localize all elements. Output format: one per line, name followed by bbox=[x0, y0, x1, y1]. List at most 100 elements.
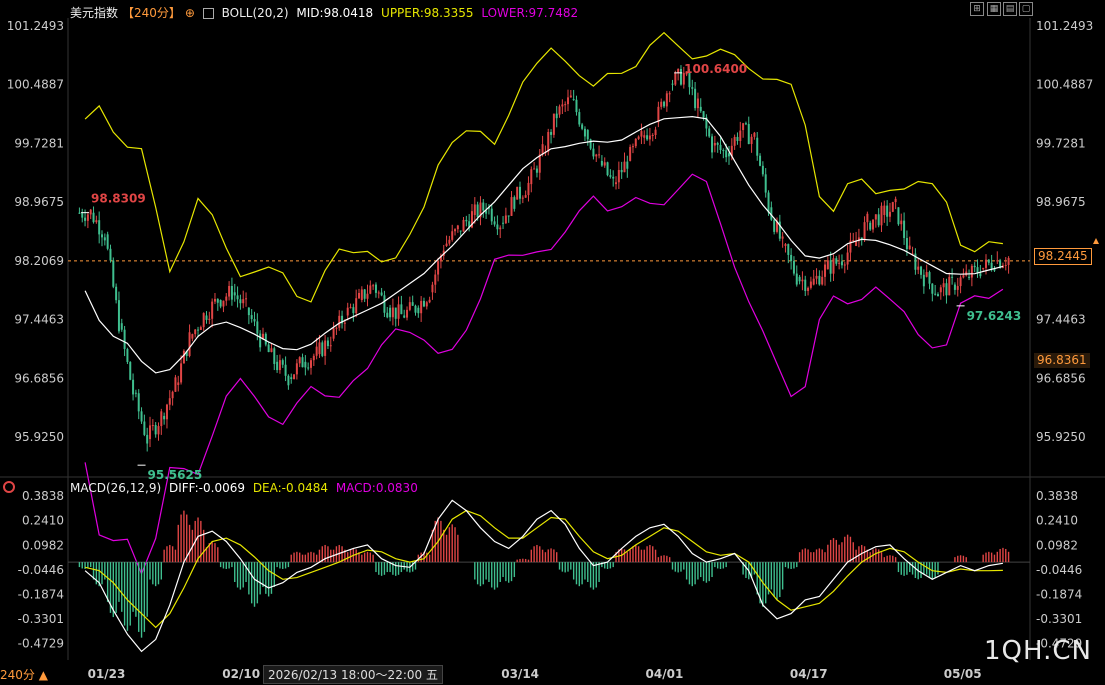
candle-body bbox=[199, 327, 202, 330]
candle-body bbox=[276, 361, 279, 371]
candle-body bbox=[595, 154, 598, 157]
candle-body bbox=[250, 315, 253, 320]
candle-body bbox=[928, 272, 931, 284]
candle-body bbox=[699, 106, 702, 112]
candle-body bbox=[888, 211, 891, 217]
candle-body bbox=[518, 186, 521, 199]
candle-body bbox=[95, 220, 98, 223]
window-icon-1[interactable]: ⊞ bbox=[970, 2, 984, 16]
candle-body bbox=[372, 285, 375, 287]
window-icon-4[interactable]: ▢ bbox=[1019, 2, 1033, 16]
boll-indicator-icon[interactable] bbox=[202, 8, 214, 19]
period-label[interactable]: 【240分】 bbox=[122, 6, 181, 20]
period-badge[interactable]: 240分 ▲ bbox=[0, 666, 48, 683]
candle-body bbox=[623, 161, 626, 173]
current-price-tag: 98.2445 bbox=[1034, 248, 1092, 265]
candle-body bbox=[315, 346, 318, 356]
macd-y-tick-right: -0.0446 bbox=[1036, 563, 1082, 577]
candle-body bbox=[694, 88, 697, 109]
candle-body bbox=[815, 275, 818, 279]
candle-body bbox=[696, 98, 699, 109]
y-tick-left: 99.7281 bbox=[14, 136, 64, 150]
candle-body bbox=[490, 208, 493, 222]
y-tick-right: 101.2493 bbox=[1036, 19, 1093, 33]
candle-body bbox=[852, 240, 855, 242]
candle-body bbox=[369, 285, 372, 294]
candle-body bbox=[979, 273, 982, 277]
candle-body bbox=[866, 213, 869, 223]
candle-body bbox=[603, 162, 606, 166]
candle-body bbox=[502, 222, 505, 224]
candle-body bbox=[129, 361, 132, 380]
chart-canvas[interactable]: 101.2493 101.2493 100.4887 100.4887 99.7281 9… bbox=[0, 0, 1105, 685]
candle-body bbox=[180, 363, 183, 383]
candle-body bbox=[832, 258, 835, 274]
candle-body bbox=[936, 294, 939, 297]
macd-indicator-label[interactable]: MACD(26,12,9) bbox=[70, 481, 161, 495]
macd-y-tick-left: -0.4729 bbox=[18, 636, 64, 650]
candle-body bbox=[555, 113, 558, 119]
candle-body bbox=[530, 169, 533, 185]
candle-body bbox=[716, 143, 719, 145]
candle-body bbox=[951, 276, 954, 278]
candle-body bbox=[360, 289, 363, 301]
candle-body bbox=[962, 275, 965, 278]
candle-body bbox=[612, 176, 615, 179]
candle-body bbox=[648, 135, 651, 140]
candle-body bbox=[168, 398, 171, 405]
candle-body bbox=[304, 361, 307, 368]
candle-body bbox=[790, 254, 793, 262]
candle-body bbox=[586, 130, 589, 140]
candle-body bbox=[239, 299, 242, 304]
candle-body bbox=[948, 276, 951, 296]
candle-body bbox=[773, 219, 776, 232]
candle-body bbox=[600, 160, 603, 166]
candle-body bbox=[821, 276, 824, 285]
candle-body bbox=[191, 334, 194, 339]
macd-settings-icon[interactable] bbox=[3, 481, 15, 493]
y-tick-left: 101.2493 bbox=[7, 19, 64, 33]
candle-body bbox=[934, 293, 937, 295]
candle-body bbox=[496, 224, 499, 230]
candle-body bbox=[713, 143, 716, 146]
macd-hist-group bbox=[78, 510, 1010, 638]
window-icon-3[interactable]: ▤ bbox=[1003, 2, 1017, 16]
candle-body bbox=[787, 244, 790, 255]
candle-body bbox=[824, 264, 827, 277]
window-icon-2[interactable]: ▦ bbox=[987, 2, 1001, 16]
candle-body bbox=[984, 259, 987, 268]
candle-body bbox=[140, 411, 143, 422]
y-tick-right: 96.6856 bbox=[1036, 371, 1086, 385]
candle-body bbox=[318, 342, 321, 355]
candle-body bbox=[273, 348, 276, 364]
candle-body bbox=[414, 305, 417, 313]
candle-body bbox=[903, 220, 906, 239]
candle-body bbox=[417, 307, 420, 314]
candle-body bbox=[725, 150, 728, 158]
candle-body bbox=[711, 136, 714, 153]
candle-body bbox=[120, 323, 123, 330]
candle-body bbox=[660, 101, 663, 107]
crosshair-price-tag: 96.8361 bbox=[1034, 353, 1090, 368]
candle-body bbox=[123, 329, 126, 350]
candle-body bbox=[137, 393, 140, 412]
candle-body bbox=[270, 348, 273, 353]
period-switch-icon[interactable]: ⊕ bbox=[185, 6, 195, 20]
current-price-marker bbox=[1093, 238, 1099, 244]
candle-body bbox=[970, 265, 973, 278]
candle-body bbox=[905, 238, 908, 250]
candle-body bbox=[278, 360, 281, 371]
macd-y-tick-left: 0.3838 bbox=[22, 489, 64, 503]
candle-body bbox=[103, 237, 106, 241]
candle-body bbox=[575, 99, 578, 113]
candle-body bbox=[640, 131, 643, 137]
candle-body bbox=[504, 215, 507, 224]
candle-body bbox=[784, 244, 787, 246]
candle-body bbox=[81, 212, 84, 218]
boll-indicator-label[interactable]: BOLL(20,2) bbox=[222, 6, 289, 20]
candle-body bbox=[987, 259, 990, 263]
candle-body bbox=[869, 222, 872, 230]
candle-body bbox=[422, 300, 425, 307]
candle-body bbox=[352, 307, 355, 314]
candle-body bbox=[194, 329, 197, 335]
